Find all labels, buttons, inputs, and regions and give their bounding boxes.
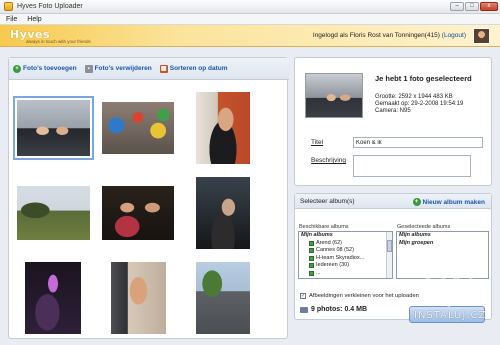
photo-thumbnail[interactable] (102, 186, 174, 240)
menu-bar: File Help (0, 14, 500, 25)
photo-toolbar: + Foto's toevoegen ▪ Foto's verwijderen … (9, 58, 289, 80)
scrollbar[interactable] (386, 232, 392, 278)
remove-photos-label: Foto's verwijderen (94, 65, 152, 72)
list-item[interactable]: Cannes 08 (52) (299, 247, 392, 255)
photo-details: Grootte: 2592 x 1944 483 KB Gemaakt op: … (375, 94, 463, 115)
new-album-button[interactable]: + Nieuw album maken (412, 198, 486, 206)
album-icon (309, 263, 314, 269)
scroll-thumb[interactable] (387, 240, 392, 252)
window-controls: – □ x (450, 2, 498, 11)
tagline: always in touch with your friends (26, 39, 91, 44)
photo-thumbnail[interactable] (111, 262, 166, 334)
list-item[interactable]: Mijn groepen (397, 240, 488, 248)
photo-thumbnail[interactable] (196, 177, 250, 249)
title-label: Titel (311, 139, 324, 146)
login-text: Ingelogd als Floris Rost van Tonningen(4… (312, 32, 440, 39)
album-icon (309, 270, 314, 276)
menu-help[interactable]: Help (27, 16, 41, 23)
watermark-text: INSTALUJ.CZ (414, 310, 487, 321)
avatar (473, 28, 490, 44)
list-item[interactable]: ... (299, 270, 392, 278)
photo-thumbnail[interactable] (102, 102, 174, 154)
sort-date-button[interactable]: ▦ Sorteren op datum (159, 64, 228, 73)
selection-heading: Je hebt 1 foto geselecteerd (375, 74, 472, 83)
available-albums-list[interactable]: Mijn albums Arend (62) Cannes 08 (52) H-… (298, 231, 393, 279)
photo-size: Grootte: 2592 x 1944 483 KB (375, 94, 453, 100)
album-icon (309, 255, 314, 261)
list-item[interactable]: Iedereen (30) (299, 262, 392, 270)
header-banner: Hyves always in touch with your friends … (0, 25, 500, 47)
maximize-button[interactable]: □ (465, 2, 479, 11)
plus-icon: + (412, 198, 421, 206)
trash-icon: ▪ (84, 64, 93, 73)
photo-thumbnail[interactable] (196, 92, 250, 164)
list-item[interactable]: Mijn albums (299, 232, 392, 240)
close-button[interactable]: x (480, 2, 498, 11)
sort-date-label: Sorteren op datum (169, 65, 228, 72)
plus-icon: + (13, 64, 21, 73)
resize-checkbox[interactable]: ✓ (300, 293, 306, 299)
menu-file[interactable]: File (6, 16, 17, 23)
photo-camera: Camera: N95 (375, 108, 411, 114)
list-item[interactable]: Arend (62) (299, 240, 392, 248)
login-info: Ingelogd als Floris Rost van Tonningen(4… (313, 32, 466, 39)
description-input[interactable] (353, 155, 471, 177)
resize-label: Afbeeldingen verkleinen voor het uploade… (309, 293, 419, 299)
minimize-button[interactable]: – (450, 2, 464, 11)
add-photos-label: Foto's toevoegen (23, 65, 77, 72)
photo-info-panel: Je hebt 1 foto geselecteerd Grootte: 259… (294, 57, 492, 186)
app-icon (4, 2, 13, 11)
upload-summary: 9 photos: 0.4 MB (300, 306, 367, 313)
select-albums-label: Selecteer album(s) (300, 198, 355, 205)
available-albums-caption: Beschikbare albums (299, 224, 349, 230)
remove-photos-button[interactable]: ▪ Foto's verwijderen (84, 64, 152, 73)
photo-date: Gemaakt op: 29-2-2008 19:54:19 (375, 101, 464, 107)
photo-thumbnail[interactable] (17, 186, 90, 240)
new-album-label: Nieuw album maken (422, 198, 486, 206)
selected-photo-preview (305, 73, 363, 118)
title-bar: Hyves Foto Uploader – □ x (0, 0, 500, 14)
selected-albums-caption: Geselecteede albums (397, 224, 451, 230)
photo-thumbnail[interactable] (25, 262, 81, 334)
photo-thumbnail[interactable] (196, 262, 250, 334)
title-input[interactable] (353, 137, 483, 148)
photos-icon (300, 306, 308, 313)
add-photos-button[interactable]: + Foto's toevoegen (13, 64, 77, 73)
summary-text: 9 photos: 0.4 MB (311, 306, 368, 313)
calendar-icon: ▦ (159, 64, 168, 73)
description-label: Beschrijving (311, 157, 347, 164)
watermark-logo (420, 258, 478, 308)
album-icon (309, 240, 314, 246)
album-icon (309, 248, 314, 254)
albums-header: Selecteer album(s) + Nieuw album maken (295, 194, 491, 209)
logout-link[interactable]: (Logout) (442, 32, 466, 39)
photo-thumbnail[interactable] (13, 96, 94, 160)
window-title: Hyves Foto Uploader (17, 3, 83, 10)
list-item[interactable]: Mijn albums (397, 232, 488, 240)
list-item[interactable]: H-team Skyradiox... (299, 255, 392, 263)
